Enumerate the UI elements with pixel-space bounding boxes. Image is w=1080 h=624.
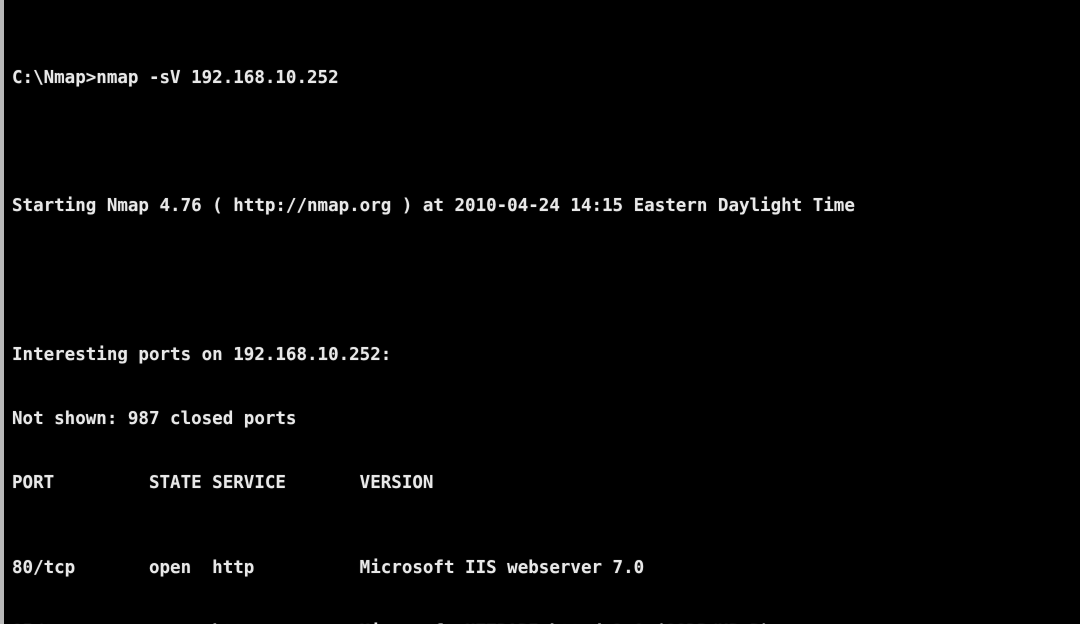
not-shown-line: Not shown: 987 closed ports (12, 408, 297, 429)
prompt-line: C:\Nmap>nmap -sV 192.168.10.252 (12, 67, 339, 88)
port-table-row: 80/tcp open http Microsoft IIS webserver… (12, 557, 645, 578)
terminal-screen-buffer[interactable]: C:\Nmap>nmap -sV 192.168.10.252 Starting… (4, 0, 1080, 624)
interesting-ports-line: Interesting ports on 192.168.10.252: (12, 344, 392, 365)
terminal-window[interactable]: C:\Nmap>nmap -sV 192.168.10.252 Starting… (0, 0, 1080, 624)
nmap-banner-line: Starting Nmap 4.76 ( http://nmap.org ) a… (12, 195, 855, 216)
port-table-header: PORT STATE SERVICE VERSION (12, 472, 434, 493)
